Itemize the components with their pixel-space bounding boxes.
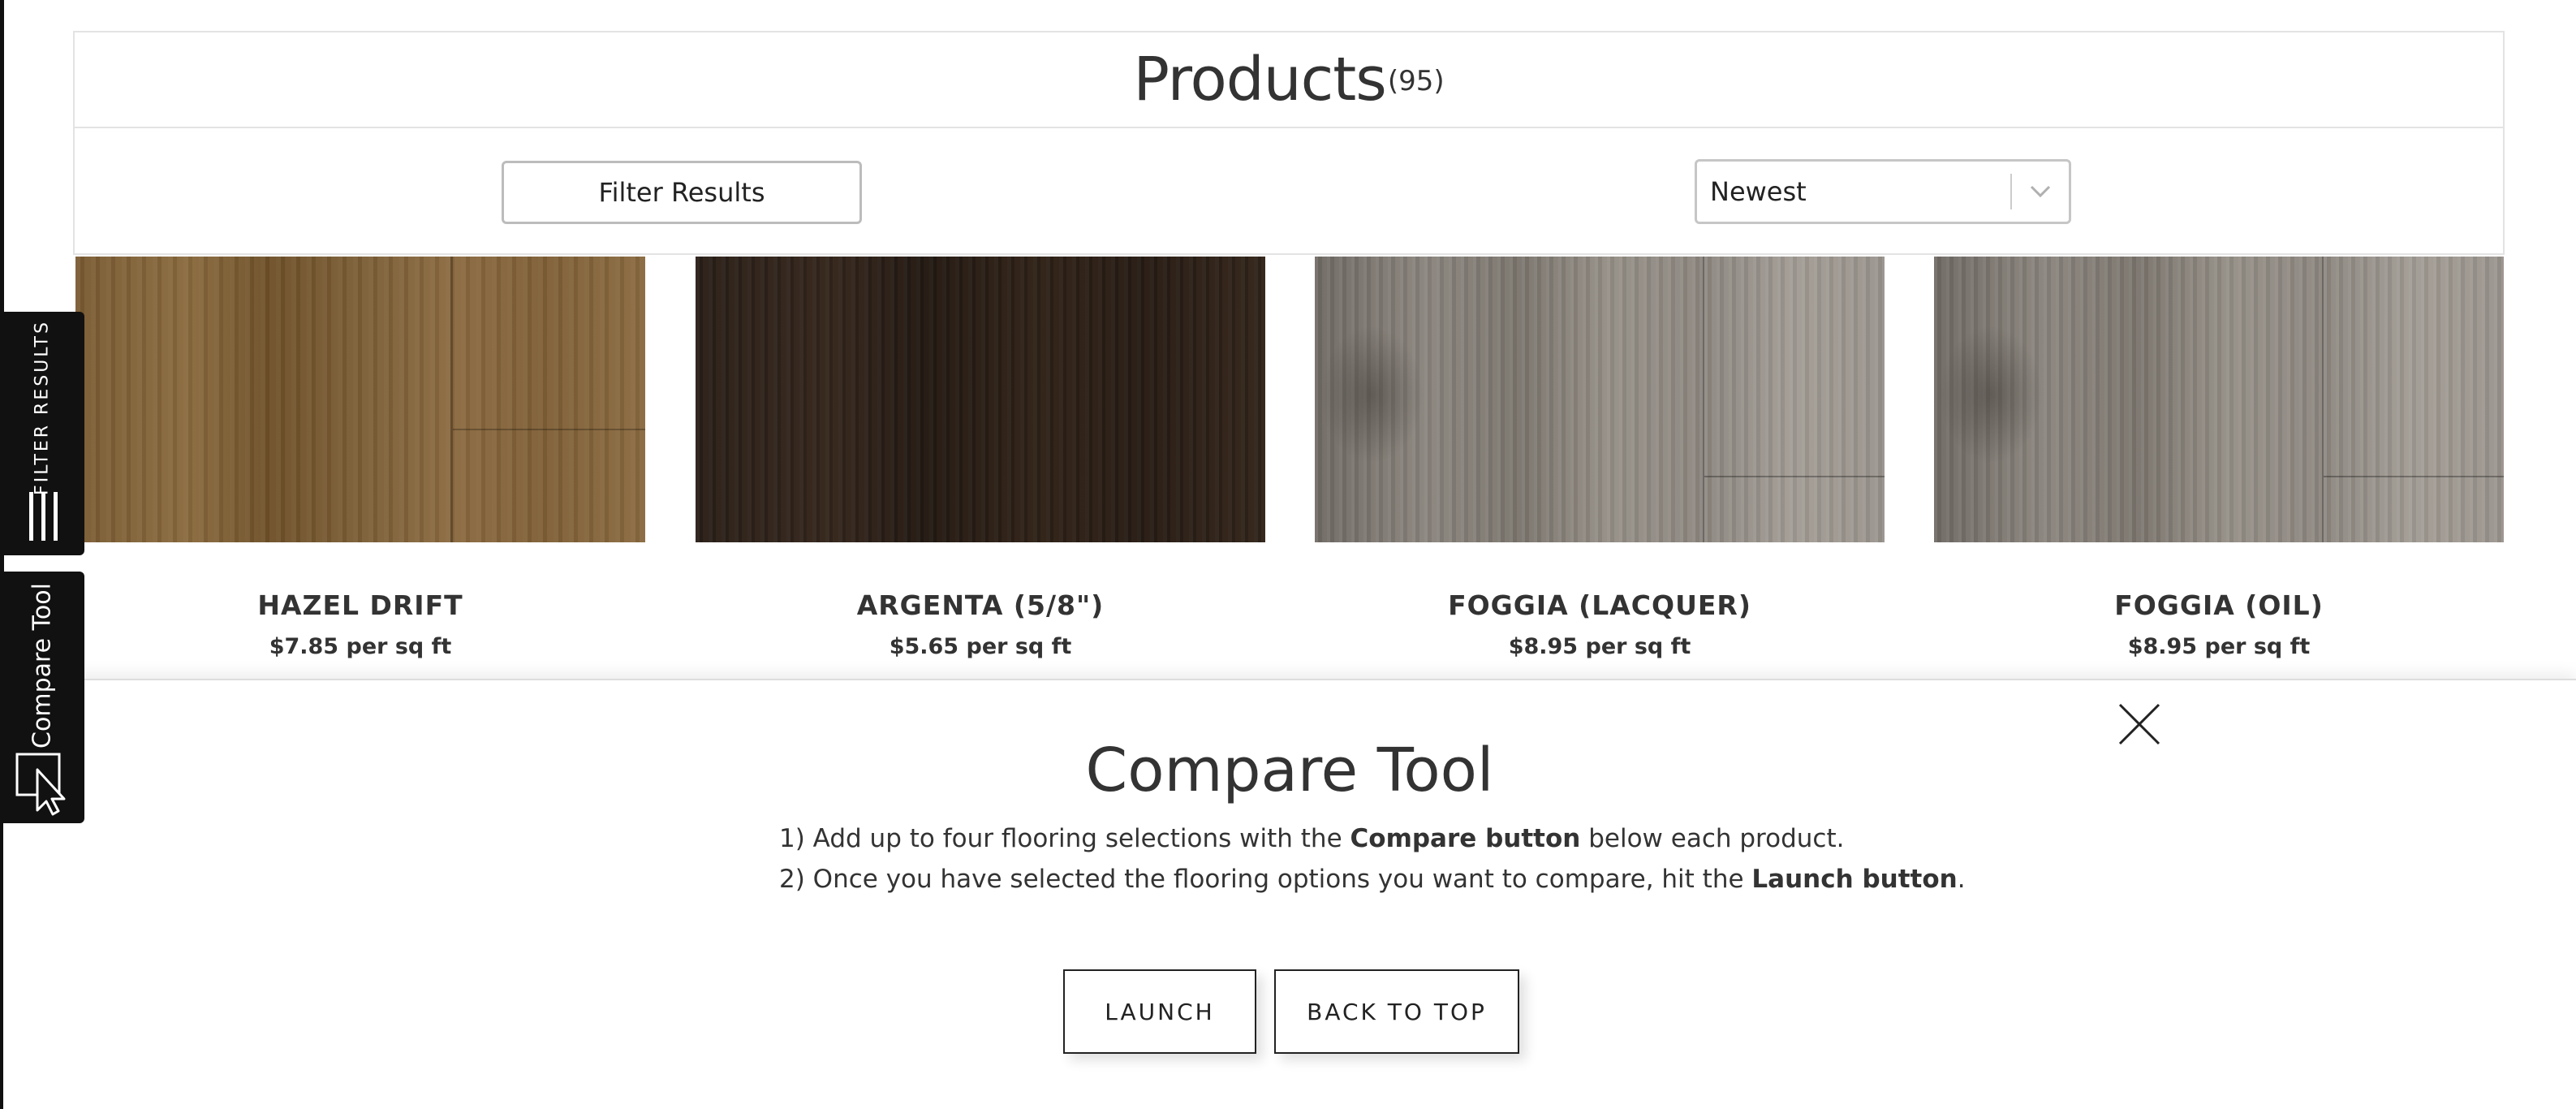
product-price: $8.95 per sq ft (2127, 634, 2311, 659)
chevron-down-icon[interactable] (2012, 185, 2069, 198)
back-to-top-button[interactable]: BACK TO TOP (1274, 969, 1519, 1054)
sort-select[interactable]: Newest (1695, 159, 2071, 224)
product-name[interactable]: FOGGIA (LACQUER) (1315, 589, 1885, 621)
product-card[interactable]: FOGGIA (OIL) $8.95 per sq ft (1934, 257, 2504, 659)
product-price: $7.85 per sq ft (269, 634, 452, 659)
bars-icon (29, 492, 58, 541)
product-image[interactable] (1934, 257, 2504, 542)
product-card[interactable]: ARGENTA (5/8") $5.65 per sq ft (696, 257, 1265, 659)
compare-tool-side-tab[interactable]: Compare Tool (0, 572, 84, 823)
product-name[interactable]: FOGGIA (OIL) (1934, 589, 2504, 621)
filter-results-side-tab[interactable]: FILTER RESULTS (0, 312, 84, 555)
title-row: Products (95) (75, 32, 2503, 128)
product-image[interactable] (696, 257, 1265, 542)
instruction-line-1: 1) Add up to four flooring selections wi… (779, 824, 1845, 853)
product-name[interactable]: HAZEL DRIFT (75, 589, 645, 621)
compare-tab-label: Compare Tool (28, 583, 57, 749)
product-card[interactable]: FOGGIA (LACQUER) $8.95 per sq ft (1315, 257, 1885, 659)
compare-instructions: 1) Add up to four flooring selections wi… (779, 818, 1966, 900)
compare-tool-panel: Compare Tool 1) Add up to four flooring … (3, 679, 2576, 1109)
product-name[interactable]: ARGENTA (5/8") (696, 589, 1265, 621)
product-image[interactable] (75, 257, 645, 542)
filter-tab-label: FILTER RESULTS (32, 320, 53, 495)
cursor-select-icon (15, 753, 66, 816)
product-card[interactable]: HAZEL DRIFT $7.85 per sq ft (75, 257, 645, 659)
page-title: Products (1133, 45, 1387, 114)
sort-selected-value: Newest (1710, 176, 1807, 207)
products-header: Products (95) Filter Results Newest (73, 31, 2505, 255)
product-price: $8.95 per sq ft (1508, 634, 1691, 659)
compare-tool-title: Compare Tool (1085, 736, 1494, 805)
product-image[interactable] (1315, 257, 1885, 542)
product-price: $5.65 per sq ft (889, 634, 1072, 659)
product-count: (95) (1387, 65, 1445, 97)
instruction-line-2: 2) Once you have selected the flooring o… (779, 865, 1966, 894)
filter-results-button[interactable]: Filter Results (502, 161, 862, 224)
launch-button[interactable]: LAUNCH (1063, 969, 1256, 1054)
